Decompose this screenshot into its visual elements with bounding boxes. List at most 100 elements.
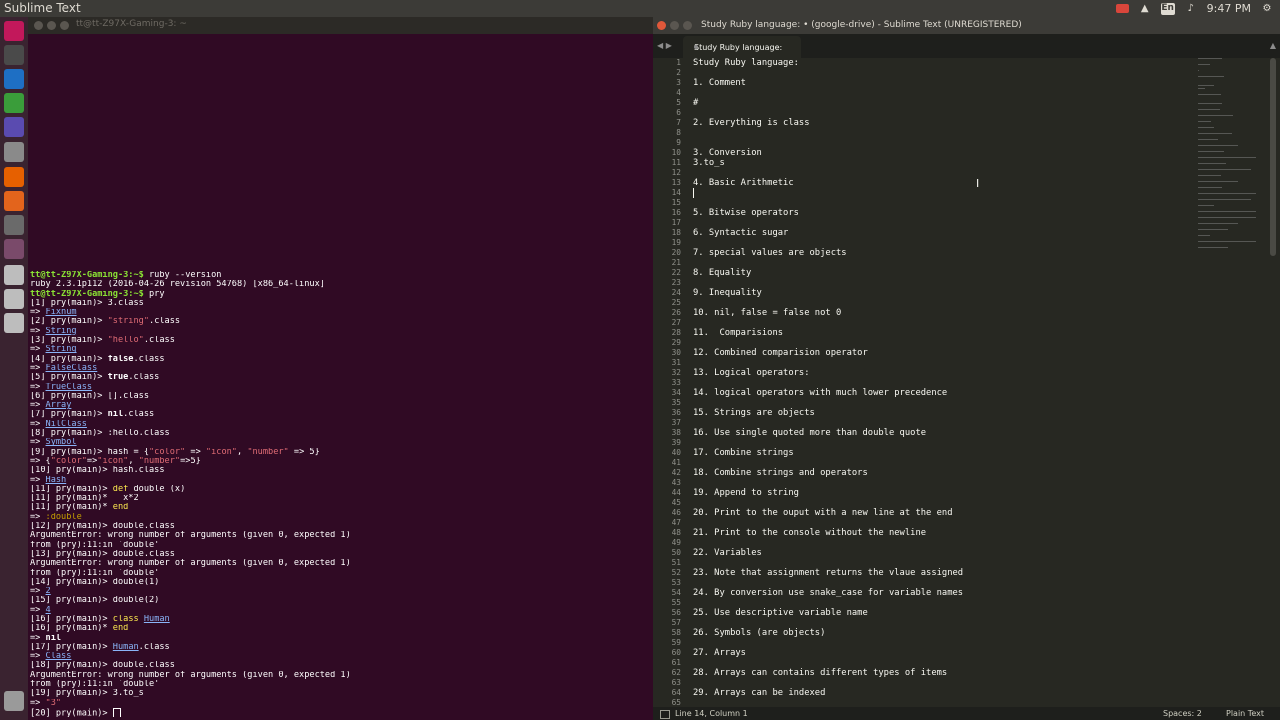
drive-icon[interactable] <box>4 313 24 333</box>
code-line[interactable] <box>693 618 963 628</box>
code-line[interactable] <box>693 658 963 668</box>
maximize-button[interactable] <box>60 21 69 30</box>
code-line[interactable]: 10. nil, false = false not 0 <box>693 308 963 318</box>
code-line[interactable] <box>693 338 963 348</box>
code-line[interactable]: 8. Equality <box>693 268 963 278</box>
cursor-position[interactable]: Line 14, Column 1 <box>675 709 748 718</box>
code-line[interactable]: 20. Print to the ouput with a new line a… <box>693 508 963 518</box>
code-line[interactable]: 17. Combine strings <box>693 448 963 458</box>
code-line[interactable]: 6. Syntactic sugar <box>693 228 963 238</box>
code-line[interactable]: 15. Strings are objects <box>693 408 963 418</box>
code-line[interactable]: 22. Variables <box>693 548 963 558</box>
code-line[interactable]: 23. Note that assignment returns the vla… <box>693 568 963 578</box>
code-line[interactable]: # <box>693 98 963 108</box>
tab-menu-icon[interactable]: ▲ <box>1270 41 1276 50</box>
code-line[interactable]: 21. Print to the console without the new… <box>693 528 963 538</box>
code-line[interactable] <box>693 298 963 308</box>
code-line[interactable] <box>693 518 963 528</box>
syntax-selector[interactable]: Plain Text <box>1226 709 1264 718</box>
minimize-button[interactable] <box>670 21 679 30</box>
code-line[interactable]: 2. Everything is class <box>693 118 963 128</box>
code-line[interactable] <box>693 318 963 328</box>
indentation-setting[interactable]: Spaces: 2 <box>1163 709 1202 718</box>
code-line[interactable]: 19. Append to string <box>693 488 963 498</box>
code-line[interactable] <box>693 68 963 78</box>
code-line[interactable]: 26. Symbols (are objects) <box>693 628 963 638</box>
code-line[interactable] <box>693 258 963 268</box>
minimize-button[interactable] <box>47 21 56 30</box>
code-line[interactable] <box>693 188 963 198</box>
code-line[interactable]: 5. Bitwise operators <box>693 208 963 218</box>
tab-nav-arrows-icon[interactable]: ◀ ▶ <box>657 41 672 50</box>
code-line[interactable]: 12. Combined comparision operator <box>693 348 963 358</box>
drive-icon[interactable] <box>4 265 24 285</box>
code-line[interactable]: 24. By conversion use snake_case for var… <box>693 588 963 598</box>
code-line[interactable]: 3.to_s <box>693 158 963 168</box>
code-line[interactable]: 18. Combine strings and operators <box>693 468 963 478</box>
code-line[interactable] <box>693 538 963 548</box>
code-line[interactable] <box>693 198 963 208</box>
code-line[interactable]: 1. Comment <box>693 78 963 88</box>
firefox-icon[interactable] <box>4 167 24 187</box>
code-line[interactable]: 9. Inequality <box>693 288 963 298</box>
code-line[interactable] <box>693 88 963 98</box>
sublime-title-bar[interactable]: Study Ruby language: • (google-drive) - … <box>653 17 1280 34</box>
terminal-window[interactable]: tt@tt-Z97X-Gaming-3: ~ tt@tt-Z97X-Gaming… <box>28 17 653 720</box>
unsaved-dot-icon[interactable] <box>694 45 698 49</box>
clock[interactable]: 9:47 PM <box>1207 2 1251 15</box>
code-line[interactable]: 3. Conversion <box>693 148 963 158</box>
code-line[interactable]: 11. Comparisions <box>693 328 963 338</box>
sublime-text-icon[interactable] <box>4 215 24 235</box>
wifi-icon[interactable]: ▲ <box>1138 3 1152 14</box>
code-line[interactable]: 25. Use descriptive variable name <box>693 608 963 618</box>
code-line[interactable] <box>693 638 963 648</box>
code-editor[interactable]: Study Ruby language: 1. Comment #2. Everyt… <box>693 58 963 708</box>
sublime-window[interactable]: Study Ruby language: • (google-drive) - … <box>653 17 1280 720</box>
code-line[interactable] <box>693 398 963 408</box>
terminal-title-bar[interactable]: tt@tt-Z97X-Gaming-3: ~ <box>28 17 653 34</box>
code-line[interactable]: 29. Arrays can be indexed <box>693 688 963 698</box>
panel-toggle-icon[interactable] <box>660 710 670 719</box>
drive-icon[interactable] <box>4 289 24 309</box>
code-line[interactable]: Study Ruby language: <box>693 58 963 68</box>
code-line[interactable] <box>693 168 963 178</box>
code-line[interactable] <box>693 438 963 448</box>
code-line[interactable]: 7. special values are objects <box>693 248 963 258</box>
record-icon[interactable] <box>1115 4 1129 13</box>
minimap[interactable] <box>1198 58 1268 258</box>
code-line[interactable]: 28. Arrays can contains different types … <box>693 668 963 678</box>
volume-icon[interactable]: ♪ <box>1184 3 1198 14</box>
file-manager-icon[interactable] <box>4 142 24 162</box>
code-line[interactable] <box>693 238 963 248</box>
workspace-icon[interactable] <box>4 239 24 259</box>
code-line[interactable] <box>693 598 963 608</box>
code-line[interactable]: 16. Use single quoted more than double q… <box>693 428 963 438</box>
code-line[interactable]: 27. Arrays <box>693 648 963 658</box>
code-line[interactable]: 4. Basic Arithmetic <box>693 178 963 188</box>
code-line[interactable]: 14. logical operators with much lower pr… <box>693 388 963 398</box>
tab-study-ruby[interactable]: Study Ruby language: <box>683 36 801 58</box>
code-line[interactable] <box>693 378 963 388</box>
code-line[interactable]: 13. Logical operators: <box>693 368 963 378</box>
code-line[interactable] <box>693 478 963 488</box>
code-line[interactable] <box>693 558 963 568</box>
terminal-output[interactable]: tt@tt-Z97X-Gaming-3:~$ ruby --version rub… <box>30 271 650 718</box>
terminal-icon[interactable] <box>4 45 24 65</box>
code-line[interactable] <box>693 678 963 688</box>
close-button[interactable] <box>34 21 43 30</box>
code-line[interactable] <box>693 218 963 228</box>
keyboard-layout-indicator[interactable]: En <box>1160 2 1175 15</box>
code-line[interactable] <box>693 578 963 588</box>
code-line[interactable] <box>693 128 963 138</box>
code-line[interactable] <box>693 358 963 368</box>
visual-studio-icon[interactable] <box>4 117 24 137</box>
code-line[interactable] <box>693 458 963 468</box>
scrollbar[interactable] <box>1270 58 1276 256</box>
close-button[interactable] <box>657 21 666 30</box>
maximize-button[interactable] <box>683 21 692 30</box>
code-line[interactable] <box>693 278 963 288</box>
code-line[interactable] <box>693 108 963 118</box>
ubuntu-dash-icon[interactable] <box>4 21 24 41</box>
intellij-icon[interactable] <box>4 191 24 211</box>
code-line[interactable] <box>693 138 963 148</box>
